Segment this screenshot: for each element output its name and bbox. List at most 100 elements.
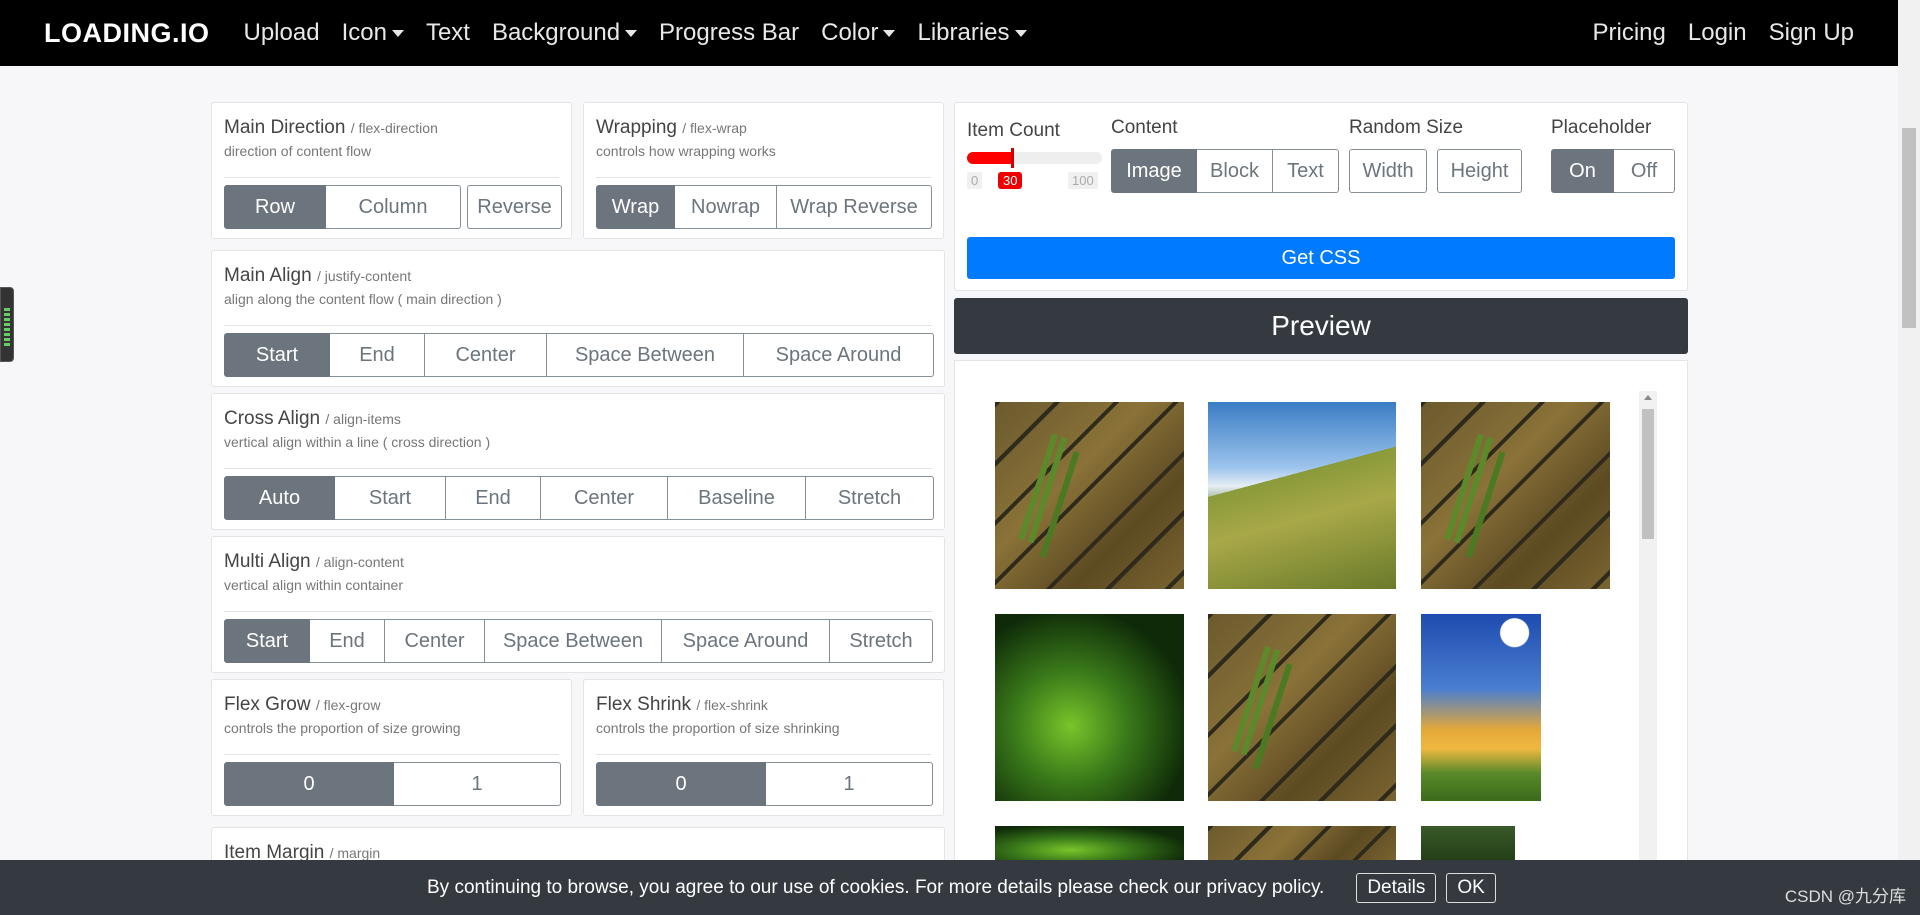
multi-align-start-button[interactable]: Start — [224, 619, 310, 663]
multi-align-stretch-button[interactable]: Stretch — [830, 619, 933, 663]
fern-decoration — [1444, 433, 1484, 541]
divider — [596, 177, 931, 178]
cookie-banner: By continuing to browse, you agree to ou… — [0, 860, 1920, 915]
main-align-start-button[interactable]: Start — [224, 333, 330, 377]
divider — [224, 754, 559, 755]
nav-progress-bar[interactable]: Progress Bar — [659, 19, 799, 47]
panel-desc: align along the content flow ( main dire… — [224, 291, 502, 307]
main-align-center-button[interactable]: Center — [425, 333, 547, 377]
direction-row-button[interactable]: Row — [224, 185, 326, 229]
multi-align-end-button[interactable]: End — [310, 619, 385, 663]
preview-scrollbar[interactable] — [1639, 391, 1657, 915]
cross-align-center-button[interactable]: Center — [541, 476, 668, 520]
nav-pricing[interactable]: Pricing — [1593, 19, 1666, 47]
brand-logo[interactable]: LOADING.IO — [44, 18, 210, 49]
page-scrollbar[interactable] — [1898, 0, 1920, 915]
placeholder-on-button[interactable]: On — [1551, 149, 1614, 193]
get-css-button[interactable]: Get CSS — [967, 237, 1675, 279]
direction-reverse-button[interactable]: Reverse — [467, 185, 562, 229]
panel-flex-shrink: Flex Shrink / flex-shrink controls the pr… — [583, 679, 944, 816]
slider-min: 0 — [967, 172, 983, 189]
panel-title: Flex Grow / flex-grow — [224, 694, 381, 715]
nav-login[interactable]: Login — [1688, 19, 1747, 47]
main-align-space-between-button[interactable]: Space Between — [547, 333, 744, 377]
divider — [224, 611, 932, 612]
slider-max: 100 — [1068, 172, 1098, 189]
nav-color-label: Color — [821, 19, 879, 46]
content-block-button[interactable]: Block — [1197, 149, 1273, 193]
main-align-space-around-button[interactable]: Space Around — [744, 333, 934, 377]
cross-align-auto-button[interactable]: Auto — [224, 476, 335, 520]
cross-align-start-button[interactable]: Start — [335, 476, 446, 520]
caret-down-icon — [1014, 30, 1027, 38]
nav-color-menu[interactable]: Color — [821, 19, 896, 47]
cross-align-end-button[interactable]: End — [446, 476, 541, 520]
slider-handle[interactable] — [1010, 148, 1014, 168]
wrap-reverse-button[interactable]: Wrap Reverse — [777, 185, 932, 229]
watermark: CSDN @九分库 — [1784, 887, 1906, 906]
random-height-button[interactable]: Height — [1437, 149, 1522, 193]
panel-title: Wrapping / flex-wrap — [596, 117, 747, 138]
content-text-button[interactable]: Text — [1273, 149, 1339, 193]
cookie-ok-button[interactable]: OK — [1446, 872, 1496, 903]
panel-title: Cross Align / align-items — [224, 408, 401, 429]
scroll-up-arrow-icon[interactable] — [1644, 395, 1652, 400]
panel-title: Main Direction / flex-direction — [224, 117, 438, 138]
divider — [596, 754, 931, 755]
page-scroll-thumb[interactable] — [1902, 128, 1916, 328]
panel-desc: controls how wrapping works — [596, 143, 776, 159]
nav-text[interactable]: Text — [426, 19, 470, 47]
nowrap-button[interactable]: Nowrap — [675, 185, 777, 229]
content-image-button[interactable]: Image — [1111, 149, 1197, 193]
flex-shrink-1-button[interactable]: 1 — [766, 762, 933, 806]
level-bars-icon — [4, 308, 10, 348]
random-size-label: Random Size — [1349, 117, 1464, 138]
cross-align-stretch-button[interactable]: Stretch — [806, 476, 934, 520]
nav-libraries-label: Libraries — [917, 19, 1010, 46]
nav-upload[interactable]: Upload — [244, 19, 320, 47]
panel-desc: vertical align within container — [224, 577, 403, 593]
placeholder-off-button[interactable]: Off — [1614, 149, 1675, 193]
flex-shrink-0-button[interactable]: 0 — [596, 762, 766, 806]
panel-main-direction: Main Direction / flex-direction direction… — [211, 102, 572, 239]
preview-image — [995, 614, 1184, 801]
caret-down-icon — [883, 30, 896, 38]
multi-align-space-around-button[interactable]: Space Around — [662, 619, 830, 663]
preview-header: Preview — [954, 298, 1688, 354]
preview-image — [995, 402, 1184, 589]
wrap-button[interactable]: Wrap — [596, 185, 675, 229]
direction-column-button[interactable]: Column — [326, 185, 461, 229]
nav-background-menu[interactable]: Background — [492, 19, 638, 47]
flex-grow-0-button[interactable]: 0 — [224, 762, 394, 806]
random-size-button-group: Width Height — [1349, 149, 1522, 193]
panel-title: Main Align / justify-content — [224, 265, 412, 286]
cookie-text: By continuing to browse, you agree to ou… — [427, 876, 1325, 898]
divider — [224, 325, 932, 326]
nav-libraries-menu[interactable]: Libraries — [917, 19, 1027, 47]
multi-align-center-button[interactable]: Center — [385, 619, 485, 663]
multi-align-space-between-button[interactable]: Space Between — [485, 619, 662, 663]
content-button-group: Image Block Text — [1111, 149, 1339, 193]
caret-down-icon — [625, 30, 638, 38]
fern-decoration — [1231, 645, 1271, 753]
flex-grow-button-group: 0 1 — [224, 762, 561, 806]
preview-image — [1208, 402, 1396, 589]
flex-grow-1-button[interactable]: 1 — [394, 762, 561, 806]
main-align-end-button[interactable]: End — [330, 333, 425, 377]
cross-align-button-group: Auto Start End Center Baseline Stretch — [224, 476, 934, 520]
nav-right: Pricing Login Sign Up — [1571, 19, 1854, 47]
cross-align-baseline-button[interactable]: Baseline — [668, 476, 806, 520]
nav-icon-menu[interactable]: Icon — [342, 19, 404, 47]
preview-image — [1208, 614, 1396, 801]
random-width-button[interactable]: Width — [1349, 149, 1427, 193]
item-count-slider[interactable] — [967, 148, 1102, 168]
panel-desc: controls the proportion of size growing — [224, 720, 461, 736]
content-label: Content — [1111, 117, 1178, 138]
scroll-thumb[interactable] — [1642, 409, 1654, 539]
cookie-details-button[interactable]: Details — [1356, 872, 1437, 903]
navbar: LOADING.IO Upload Icon Text Background P… — [0, 0, 1898, 66]
nav-signup[interactable]: Sign Up — [1769, 19, 1854, 47]
side-widget-tab[interactable] — [0, 287, 14, 362]
panel-desc: controls the proportion of size shrinkin… — [596, 720, 840, 736]
cookie-content: By continuing to browse, you agree to ou… — [427, 860, 1496, 915]
